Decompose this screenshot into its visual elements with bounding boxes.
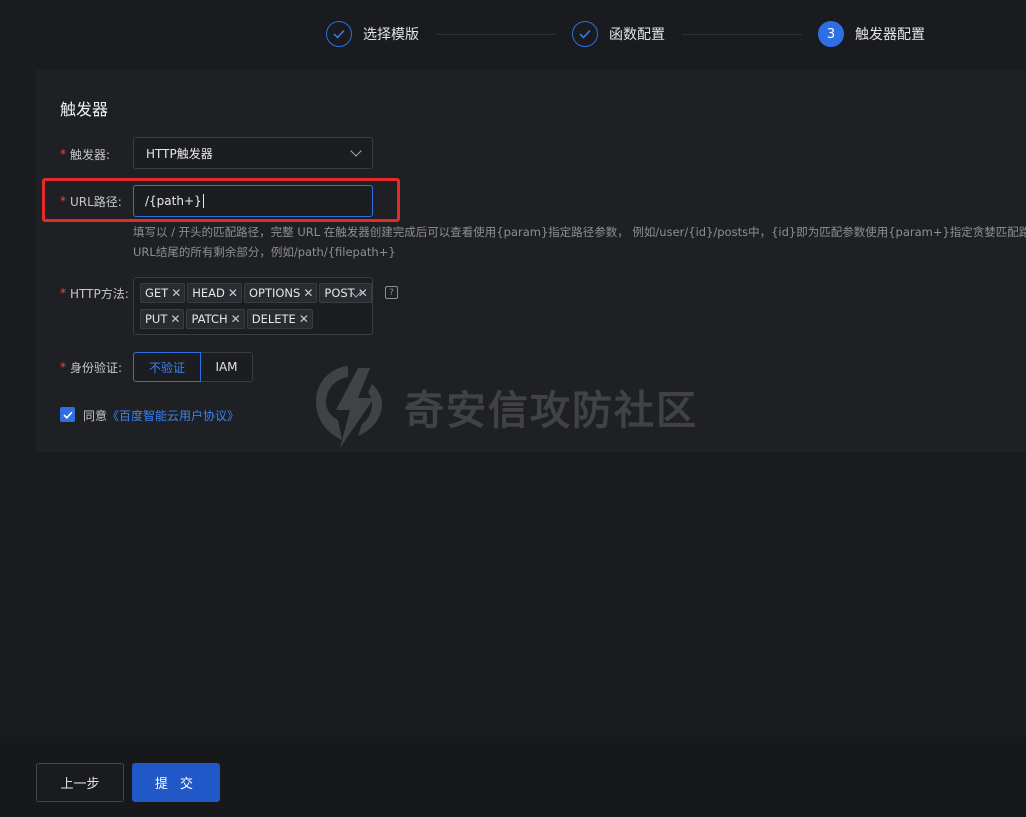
method-tag-put: PUT ✕ xyxy=(140,309,185,329)
prev-step-button[interactable]: 上一步 xyxy=(36,763,124,802)
auth-option-iam[interactable]: IAM xyxy=(201,352,253,382)
check-icon xyxy=(326,21,352,47)
method-tag-delete: DELETE ✕ xyxy=(246,309,313,329)
tag-label: PATCH xyxy=(191,312,228,326)
auth-segmented-control: 不验证 IAM xyxy=(133,352,253,382)
method-tag-options: OPTIONS ✕ xyxy=(243,283,318,303)
trigger-select-value: HTTP触发器 xyxy=(146,146,213,161)
auth-label: * 身份验证: xyxy=(60,357,122,377)
highlight-annotation xyxy=(42,178,400,222)
user-agreement-link[interactable]: 《百度智能云用户协议》 xyxy=(107,409,239,423)
step-number: 3 xyxy=(818,21,844,47)
tag-label: HEAD xyxy=(192,286,225,300)
method-tags-row-1: GET ✕ HEAD ✕ OPTIONS ✕ POST ✕ xyxy=(140,283,374,303)
check-icon xyxy=(62,411,73,419)
close-icon[interactable]: ✕ xyxy=(170,312,180,326)
step-select-template[interactable]: 选择模版 xyxy=(326,20,419,48)
check-icon xyxy=(572,21,598,47)
step-connector xyxy=(682,34,802,35)
close-icon[interactable]: ✕ xyxy=(228,286,238,300)
trigger-select[interactable]: HTTP触发器 xyxy=(133,137,373,169)
method-tags-row-2: PUT ✕ PATCH ✕ DELETE ✕ xyxy=(140,309,315,329)
tag-label: PUT xyxy=(145,312,168,326)
method-tag-head: HEAD ✕ xyxy=(187,283,242,303)
step-trigger-config[interactable]: 3 触发器配置 xyxy=(818,20,925,48)
http-method-multiselect[interactable]: GET ✕ HEAD ✕ OPTIONS ✕ POST ✕ PUT ✕ PATCH ✕ DE… xyxy=(133,277,373,335)
close-icon[interactable]: ✕ xyxy=(171,286,181,300)
close-icon[interactable]: ✕ xyxy=(231,312,241,326)
close-icon[interactable]: ✕ xyxy=(303,286,313,300)
watermark: 奇安信攻防社区 xyxy=(312,362,698,452)
submit-button[interactable]: 提 交 xyxy=(132,763,220,802)
step-indicator: 选择模版 函数配置 3 触发器配置 xyxy=(0,0,1026,68)
chevron-down-icon xyxy=(350,145,362,157)
step-connector xyxy=(436,34,556,35)
watermark-text: 奇安信攻防社区 xyxy=(404,388,698,434)
url-path-hint-line-1: 填写以 / 开头的匹配路径，完整 URL 在触发器创建完成后可以查看使用{par… xyxy=(133,225,1026,239)
step-function-config[interactable]: 函数配置 xyxy=(572,20,665,48)
agree-text: 同意《百度智能云用户协议》 xyxy=(83,407,239,424)
footer-bar: 上一步 提 交 xyxy=(0,737,1026,817)
method-tag-post: POST ✕ xyxy=(319,283,372,303)
close-icon[interactable]: ✕ xyxy=(299,312,309,326)
page: 选择模版 函数配置 3 触发器配置 触发器 * 触发器: HTTP触发器 * U… xyxy=(0,0,1026,817)
step-label: 选择模版 xyxy=(363,27,419,43)
required-mark: * xyxy=(60,286,66,300)
tag-label: DELETE xyxy=(251,312,296,326)
card-title: 触发器 xyxy=(60,100,109,119)
http-method-label-text: HTTP方法: xyxy=(70,286,129,301)
url-path-hint-line-2: URL结尾的所有剩余部分，例如/path/{filepath+} xyxy=(133,245,396,259)
tag-label: GET xyxy=(145,286,169,300)
trigger-label: * 触发器: xyxy=(60,144,110,164)
help-icon[interactable]: ? xyxy=(385,286,398,299)
trigger-label-text: 触发器: xyxy=(70,147,111,162)
http-method-label: * HTTP方法: xyxy=(60,283,129,303)
step-label: 函数配置 xyxy=(609,27,665,43)
agree-prefix: 同意 xyxy=(83,409,108,423)
agree-checkbox[interactable] xyxy=(60,407,75,422)
auth-option-none[interactable]: 不验证 xyxy=(133,352,201,382)
required-mark: * xyxy=(60,360,66,374)
required-mark: * xyxy=(60,147,66,161)
watermark-logo-icon xyxy=(316,366,382,448)
tag-label: OPTIONS xyxy=(248,286,301,300)
method-tag-patch: PATCH ✕ xyxy=(186,309,245,329)
step-label: 触发器配置 xyxy=(855,27,925,43)
method-tag-get: GET ✕ xyxy=(140,283,186,303)
auth-label-text: 身份验证: xyxy=(70,360,123,375)
tag-label: POST xyxy=(324,286,355,300)
